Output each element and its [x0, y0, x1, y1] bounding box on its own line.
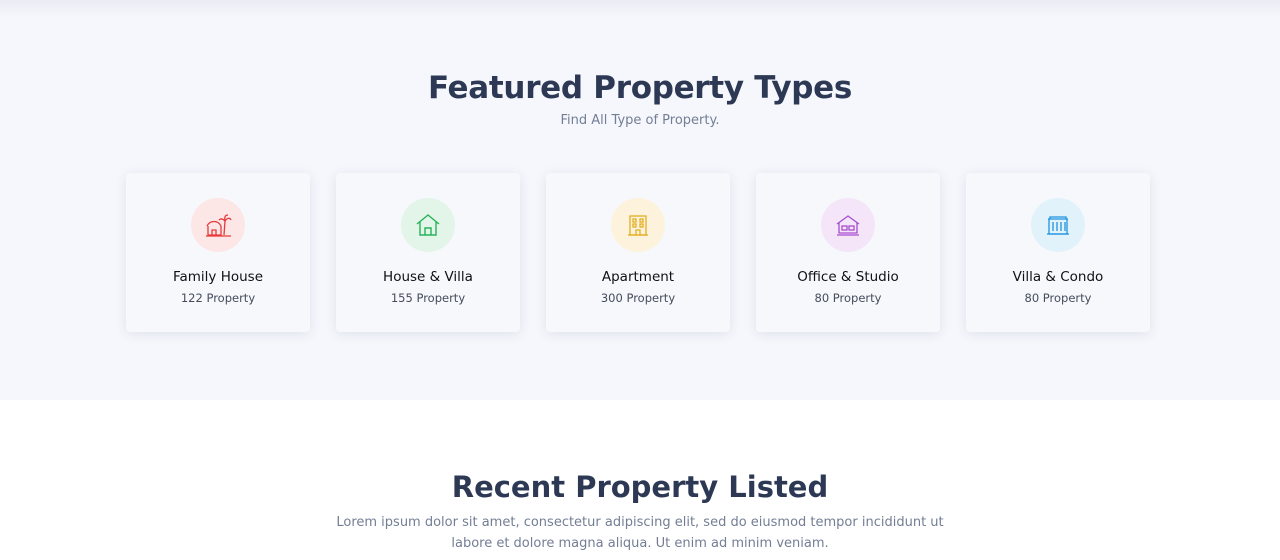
section-description: Lorem ipsum dolor sit amet, consectetur …	[336, 515, 944, 551]
header-shadow	[0, 0, 1280, 18]
property-type-card-family-house[interactable]: Family House 122 Property	[126, 173, 310, 332]
property-count: 80 Property	[814, 291, 882, 305]
property-type-card-house-villa[interactable]: House & Villa 155 Property	[336, 173, 520, 332]
property-type-name: House & Villa	[383, 269, 473, 285]
icon-badge	[191, 198, 245, 252]
property-count: 122 Property	[180, 291, 256, 305]
section-title: Recent Property Listed	[451, 470, 829, 504]
property-type-card-office-studio[interactable]: Office & Studio 80 Property	[756, 173, 940, 332]
property-type-name: Office & Studio	[797, 269, 899, 285]
property-type-name: Villa & Condo	[1012, 269, 1104, 285]
apartment-icon	[628, 215, 648, 236]
icon-badge	[1031, 198, 1085, 252]
property-count: 300 Property	[600, 291, 676, 305]
section-title: Featured Property Types	[427, 70, 853, 106]
property-type-name: Family House	[172, 269, 264, 285]
icon-badge	[401, 198, 455, 252]
villa-condo-icon	[1047, 216, 1069, 235]
icon-badge	[611, 198, 665, 252]
section-subtitle: Find All Type of Property.	[560, 113, 720, 128]
house-icon	[416, 214, 440, 236]
featured-property-types-section: Featured Property Types Find All Type of…	[0, 0, 1280, 400]
property-count: 155 Property	[390, 291, 466, 305]
icon-badge	[821, 198, 875, 252]
property-count: 80 Property	[1024, 291, 1092, 305]
property-type-card-apartment[interactable]: Apartment 300 Property	[546, 173, 730, 332]
property-type-name: Apartment	[601, 269, 675, 285]
office-icon	[836, 215, 860, 236]
property-type-card-villa-condo[interactable]: Villa & Condo 80 Property	[966, 173, 1150, 332]
beach-house-icon	[206, 214, 232, 237]
